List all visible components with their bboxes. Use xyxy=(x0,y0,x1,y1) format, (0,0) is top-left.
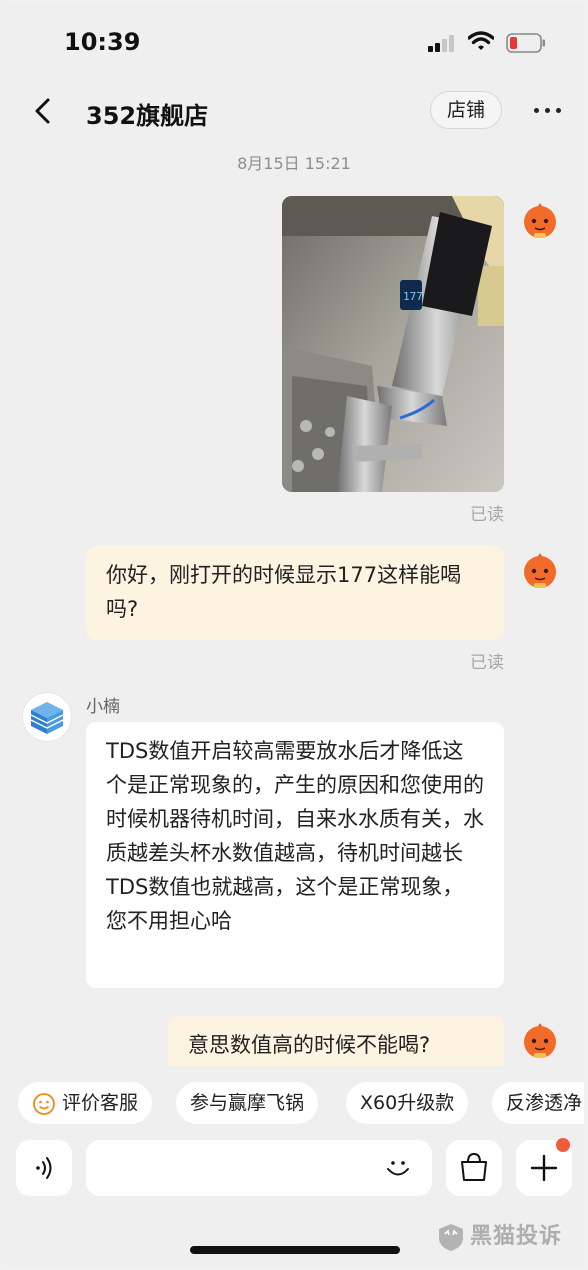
message-bubble-outgoing[interactable]: 你好，刚打开的时候显示177这样能喝吗? xyxy=(86,546,504,640)
message-bubble-incoming[interactable]: TDS数值开启较高需要放水后才降低这个是正常现象的，产生的原因和您使用的时候机器… xyxy=(86,722,504,988)
smile-icon xyxy=(33,1092,55,1115)
voice-wave-icon xyxy=(36,1157,52,1179)
faucet-photo[interactable]: 177 xyxy=(282,196,504,492)
status-bar: 10:39 xyxy=(4,2,584,80)
emoji-icon[interactable] xyxy=(382,1152,414,1184)
cube-logo-icon xyxy=(30,702,64,734)
input-bar xyxy=(4,1136,584,1200)
message-bubble-outgoing[interactable]: 意思数值高的时候不能喝? xyxy=(168,1016,504,1066)
message-text: 意思数值高的时候不能喝? xyxy=(188,1033,431,1057)
agent-name: 小楠 xyxy=(86,697,120,717)
read-status: 已读 xyxy=(470,505,504,525)
back-arrow-icon[interactable] xyxy=(30,96,56,126)
faucet-photo-drawing: 177 xyxy=(282,196,504,492)
voice-button[interactable] xyxy=(16,1140,72,1196)
read-status: 已读 xyxy=(470,653,504,673)
message-date: 8月15日 15:21 xyxy=(237,154,351,173)
watermark-text: 黑猫投诉 xyxy=(470,1224,563,1249)
store-button[interactable]: 店铺 xyxy=(430,91,502,129)
nav-bar: 352旗舰店 店铺 xyxy=(4,82,584,144)
shopping-bag-icon xyxy=(461,1152,487,1181)
shopping-bag-button[interactable] xyxy=(446,1140,502,1196)
quick-reply-promo[interactable]: 参与赢摩飞锅 xyxy=(176,1082,319,1124)
quick-reply-label: 参与赢摩飞锅 xyxy=(190,1092,305,1114)
user-avatar-icon[interactable] xyxy=(520,550,560,590)
user-avatar-icon[interactable] xyxy=(520,200,560,240)
quick-reply-label: 反渗透净 xyxy=(506,1092,583,1114)
home-indicator[interactable] xyxy=(190,1246,400,1254)
quick-reply-label: X60升级款 xyxy=(360,1092,455,1114)
cat-shield-icon xyxy=(439,1224,463,1251)
chat-messages[interactable]: 8月15日 15:21 177 已读 你好，刚打开的时候显示177这样能喝吗? … xyxy=(4,144,584,1066)
wifi-icon xyxy=(468,31,494,50)
quick-reply-ro[interactable]: 反渗透净 xyxy=(492,1082,584,1124)
message-text: 你好，刚打开的时候显示177这样能喝吗? xyxy=(106,563,462,621)
watermark: 黑猫投诉 xyxy=(436,1218,562,1258)
chat-screen: 10:39 352旗舰店 店铺 8月15日 15:21 177 已读 你好，刚打… xyxy=(4,2,584,1266)
agent-avatar[interactable] xyxy=(22,692,72,742)
user-avatar-icon[interactable] xyxy=(520,1020,560,1060)
message-text: TDS数值开启较高需要放水后才降低这个是正常现象的，产生的原因和您使用的时候机器… xyxy=(106,739,484,933)
more-options-icon[interactable] xyxy=(534,108,564,116)
status-time: 10:39 xyxy=(64,28,141,56)
cellular-signal-icon xyxy=(428,34,458,52)
svg-text:177: 177 xyxy=(403,290,423,303)
message-input[interactable] xyxy=(86,1140,432,1196)
quick-reply-x60[interactable]: X60升级款 xyxy=(346,1082,469,1124)
shop-title: 352旗舰店 xyxy=(86,102,209,130)
battery-low-icon xyxy=(506,33,545,53)
notification-dot xyxy=(556,1138,570,1152)
quick-reply-label: 评价客服 xyxy=(62,1092,139,1114)
quick-replies: 评价客服 参与赢摩飞锅 X60升级款 反渗透净 xyxy=(4,1076,584,1128)
quick-reply-rate-service[interactable]: 评价客服 xyxy=(18,1082,153,1124)
